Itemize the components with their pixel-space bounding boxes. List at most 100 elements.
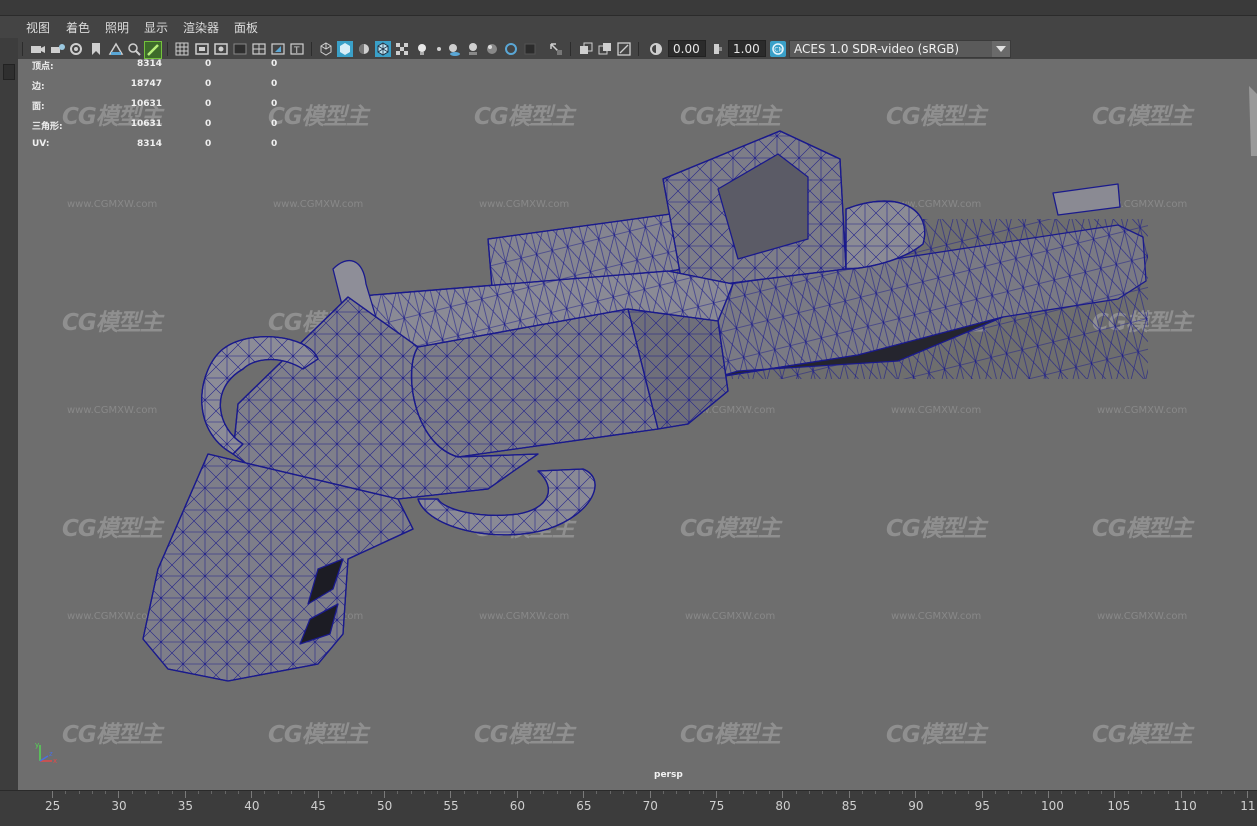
resolution-gate-icon[interactable] [213, 41, 229, 57]
timeline-minor-tick [463, 791, 465, 794]
menu-shading[interactable]: 着色 [66, 19, 90, 36]
image-plane-icon[interactable] [108, 41, 124, 57]
menu-panels[interactable]: 面板 [234, 19, 258, 36]
timeline-minor-tick [1061, 791, 1063, 794]
menu-renderer[interactable]: 渲染器 [183, 19, 219, 36]
timeline-minor-tick [291, 791, 293, 794]
camera-icon[interactable] [30, 41, 46, 57]
hud-value: 0 [271, 59, 278, 69]
anti-aliasing-icon[interactable] [484, 41, 500, 57]
toolbar-separator [570, 42, 571, 56]
motion-blur-icon[interactable] [465, 41, 481, 57]
timeline-frame-label: 90 [908, 799, 924, 813]
viewcube-edge[interactable] [1247, 86, 1257, 166]
hud-label: 三角形: [32, 122, 63, 132]
grease-pencil-icon[interactable] [144, 41, 162, 59]
timeline-minor-tick [662, 791, 664, 794]
timeline-major-tick [649, 791, 651, 798]
film-gate-icon[interactable] [194, 41, 210, 57]
timeline-minor-tick [994, 791, 996, 794]
safe-action-icon[interactable] [270, 41, 286, 57]
timeline-minor-tick [755, 791, 757, 794]
screen-space-ao-icon[interactable] [446, 41, 462, 57]
timeline-minor-tick [357, 791, 359, 794]
timeline-minor-tick [1087, 791, 1089, 794]
isolate-select-icon[interactable] [522, 41, 538, 57]
timeline-minor-tick [330, 791, 332, 794]
viewport-toolbar: T 0.00 1.00 CM ACES 1.0 SDR-video (sRGB) [18, 38, 1257, 61]
timeline-minor-tick [968, 791, 970, 794]
hud-value: 0 [205, 79, 212, 89]
rail-collapse-handle[interactable] [3, 64, 15, 80]
menu-view[interactable]: 视图 [26, 19, 50, 36]
timeline-minor-tick [1194, 791, 1196, 794]
default-material-icon[interactable] [356, 41, 372, 57]
bookmark-icon[interactable] [88, 41, 104, 57]
camera-attributes-icon[interactable] [50, 41, 66, 57]
gamma-icon[interactable] [710, 41, 726, 57]
smooth-shade-icon[interactable] [337, 41, 353, 57]
timeline-minor-tick [1021, 791, 1023, 794]
hud-value: 0 [205, 59, 212, 69]
field-chart-icon[interactable] [251, 41, 267, 57]
timeline-minor-tick [370, 791, 372, 794]
timeline-minor-tick [556, 791, 558, 794]
timeline-minor-tick [1233, 791, 1235, 794]
timeline-minor-tick [158, 791, 160, 794]
2d-pan-zoom-icon[interactable] [126, 41, 142, 57]
timeline-minor-tick [410, 791, 412, 794]
menu-lighting[interactable]: 照明 [105, 19, 129, 36]
axis-x-label: x [53, 757, 57, 765]
timeline-minor-tick [941, 791, 943, 794]
timeline-minor-tick [277, 791, 279, 794]
wireframe-icon[interactable] [318, 41, 334, 57]
timeline-frame-label: 30 [111, 799, 127, 813]
safe-title-icon[interactable]: T [289, 41, 305, 57]
timeline-minor-tick [237, 791, 239, 794]
toolbar-separator [311, 42, 312, 56]
textured-icon[interactable] [394, 41, 410, 57]
hud-value: 8314 [136, 139, 162, 149]
time-slider[interactable]: 25 30 35 40 45 50 55 60 65 70 75 80 85 90 95 100 105 110 1… [0, 790, 1257, 826]
gamma-field[interactable]: 1.00 [728, 40, 766, 57]
grid-icon[interactable] [174, 41, 190, 57]
timeline-minor-tick [1140, 791, 1142, 794]
timeline-frame-label: 100 [1041, 799, 1064, 813]
toolbar-separator [638, 42, 639, 56]
hud-value: 0 [205, 119, 212, 129]
revolver-wireframe-model[interactable] [18, 59, 1257, 790]
timeline-minor-tick [65, 791, 67, 794]
zoom-frame-icon[interactable] [616, 41, 632, 57]
timeline-minor-tick [1101, 791, 1103, 794]
use-lights-icon[interactable] [414, 41, 430, 57]
timeline-minor-tick [198, 791, 200, 794]
exposure-field[interactable]: 0.00 [668, 40, 706, 57]
perspective-viewport[interactable]: CG模型主 CG模型主 CG模型主 CG模型主 CG模型主 CG模型主 CG模型主 CG模型主… [18, 59, 1257, 790]
timeline-major-tick [583, 791, 585, 798]
hud-value: 0 [271, 139, 278, 149]
timeline-minor-tick [304, 791, 306, 794]
camera-settings-icon[interactable] [68, 41, 84, 57]
timeline-minor-tick [636, 791, 638, 794]
timeline-minor-tick [437, 791, 439, 794]
xray-active-icon[interactable] [597, 41, 613, 57]
shadows-icon[interactable] [431, 41, 447, 57]
timeline-major-tick [981, 791, 983, 798]
timeline-major-tick [915, 791, 917, 798]
wireframe-on-shaded-icon[interactable] [375, 41, 391, 57]
xray-joints-icon[interactable] [578, 41, 594, 57]
xray-icon[interactable] [548, 41, 564, 57]
exposure-icon[interactable] [648, 41, 664, 57]
depth-of-field-icon[interactable] [503, 41, 519, 57]
color-management-icon[interactable]: CM [770, 41, 786, 57]
color-space-dropdown[interactable]: ACES 1.0 SDR-video (sRGB) [789, 40, 1011, 58]
timeline-minor-tick [476, 791, 478, 794]
left-tool-rail [0, 38, 19, 790]
timeline-minor-tick [609, 791, 611, 794]
gate-mask-icon[interactable] [232, 41, 248, 57]
hud-value: 0 [205, 139, 212, 149]
timeline-frame-label: 45 [310, 799, 326, 813]
timeline-frame-label: 80 [775, 799, 791, 813]
chevron-down-icon[interactable] [992, 41, 1010, 57]
menu-show[interactable]: 显示 [144, 19, 168, 36]
